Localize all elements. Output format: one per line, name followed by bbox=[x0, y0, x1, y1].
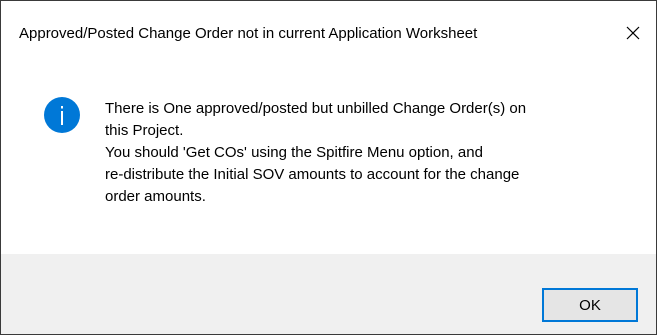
dialog-title: Approved/Posted Change Order not in curr… bbox=[19, 25, 478, 42]
dialog-message: There is One approved/posted but unbille… bbox=[105, 98, 635, 208]
close-button[interactable] bbox=[610, 13, 656, 53]
close-icon bbox=[626, 26, 640, 40]
dialog-content: There is One approved/posted but unbille… bbox=[1, 65, 656, 254]
ok-button[interactable]: OK bbox=[542, 288, 638, 322]
message-line: order amounts. bbox=[105, 188, 206, 205]
message-line: There is One approved/posted but unbille… bbox=[105, 100, 527, 117]
title-bar: Approved/Posted Change Order not in curr… bbox=[1, 1, 656, 65]
message-line: re-distribute the Initial SOV amounts to… bbox=[105, 166, 520, 183]
info-icon bbox=[44, 97, 80, 133]
button-bar: OK bbox=[1, 254, 656, 334]
message-dialog: Approved/Posted Change Order not in curr… bbox=[0, 0, 657, 335]
message-line: this Project. bbox=[105, 122, 184, 139]
message-line: You should 'Get COs' using the Spitfire … bbox=[105, 144, 483, 161]
